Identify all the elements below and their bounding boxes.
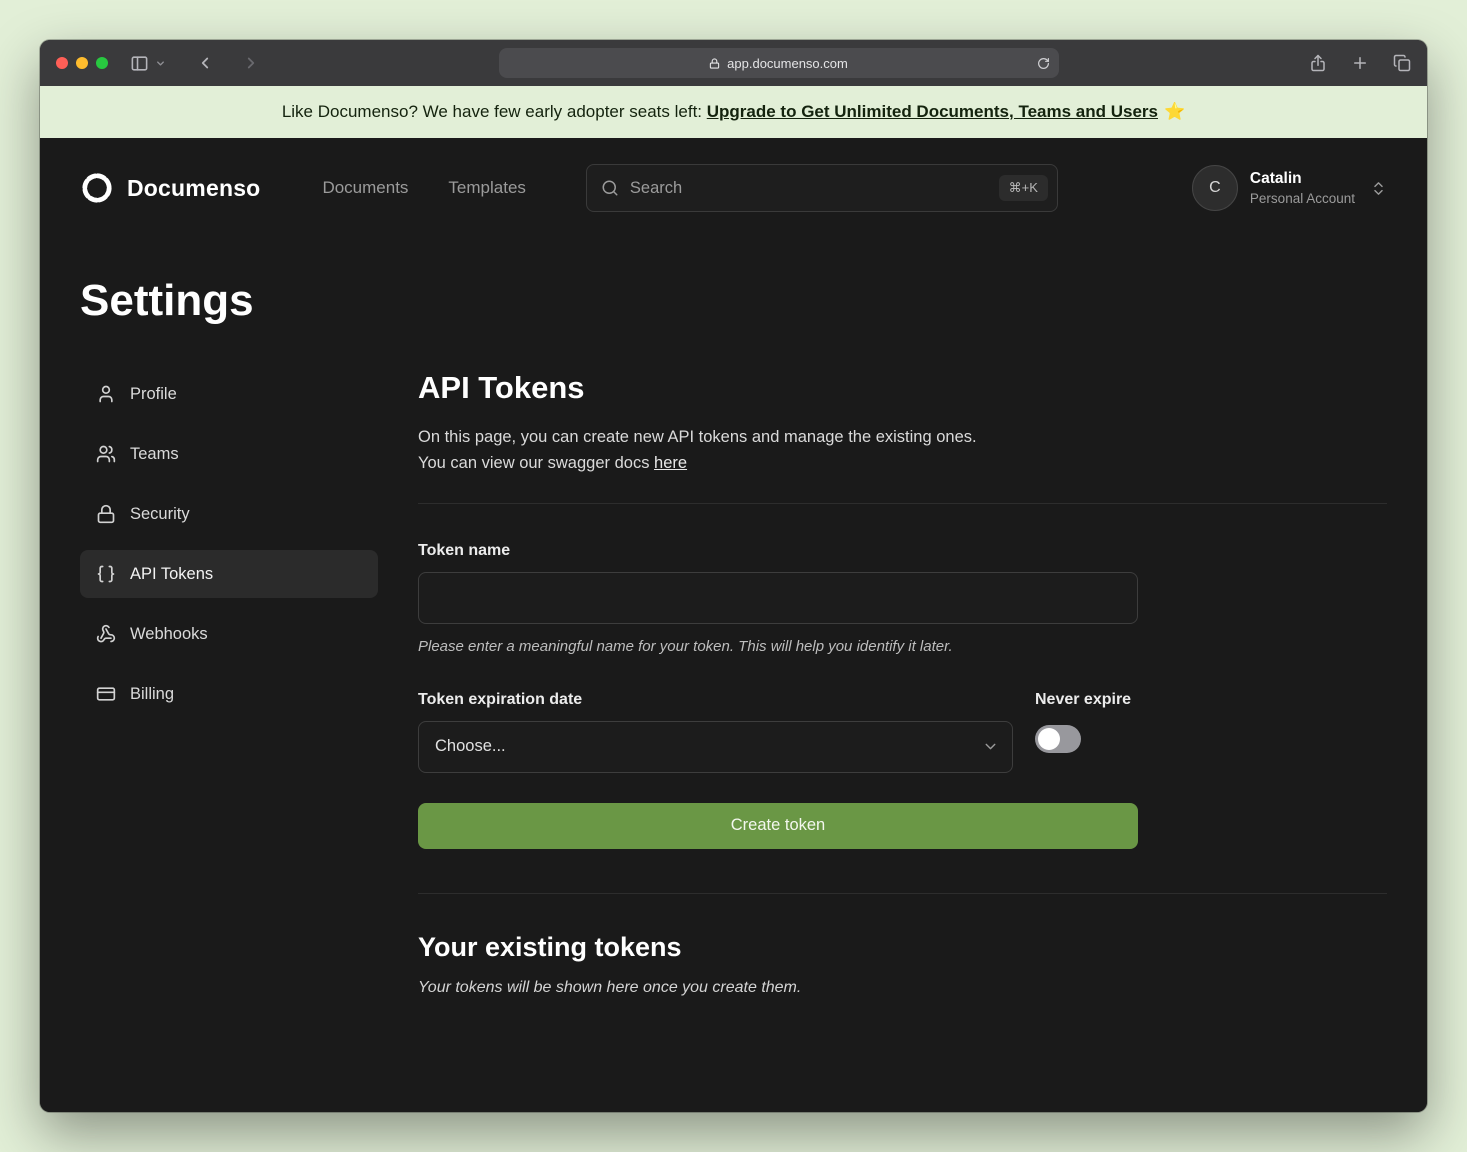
never-expire-label: Never expire bbox=[1035, 691, 1131, 709]
close-window-button[interactable] bbox=[56, 57, 68, 69]
sidebar-toggle-button[interactable] bbox=[130, 54, 149, 73]
existing-tokens-hint: Your tokens will be shown here once you … bbox=[418, 979, 1387, 997]
forward-button[interactable] bbox=[242, 54, 260, 72]
expiration-select[interactable]: Choose... bbox=[418, 721, 1013, 773]
description-line-2: You can view our swagger docs bbox=[418, 454, 654, 472]
page-title: Settings bbox=[40, 234, 1427, 370]
chevron-left-icon bbox=[196, 54, 214, 72]
sidebar-item-webhooks[interactable]: Webhooks bbox=[80, 610, 378, 658]
braces-icon bbox=[96, 564, 116, 584]
sidebar-item-label: Billing bbox=[130, 685, 174, 704]
user-icon bbox=[96, 384, 116, 404]
search-shortcut-badge: ⌘+K bbox=[999, 175, 1048, 201]
divider bbox=[418, 503, 1387, 504]
expiration-row: Token expiration date Choose... Never ex… bbox=[418, 691, 1138, 773]
chevrons-up-down-icon bbox=[1370, 180, 1387, 197]
sidebar-icon bbox=[130, 54, 149, 73]
sidebar-item-security[interactable]: Security bbox=[80, 490, 378, 538]
zoom-window-button[interactable] bbox=[96, 57, 108, 69]
sidebar-item-api-tokens[interactable]: API Tokens bbox=[80, 550, 378, 598]
never-expire-toggle[interactable] bbox=[1035, 725, 1081, 753]
tabs-icon bbox=[1393, 54, 1411, 72]
brand-name: Documenso bbox=[127, 175, 260, 202]
credit-card-icon bbox=[96, 684, 116, 704]
divider bbox=[418, 893, 1387, 894]
tab-overview-button[interactable] bbox=[1393, 54, 1411, 72]
sidebar-item-teams[interactable]: Teams bbox=[80, 430, 378, 478]
nav-link-templates[interactable]: Templates bbox=[448, 178, 525, 198]
api-tokens-panel: API Tokens On this page, you can create … bbox=[418, 370, 1387, 997]
browser-toolbar: app.documenso.com bbox=[40, 40, 1427, 86]
traffic-lights bbox=[56, 57, 108, 69]
settings-sidebar: Profile Teams Security bbox=[80, 370, 378, 730]
avatar: C bbox=[1192, 165, 1238, 211]
back-button[interactable] bbox=[196, 54, 214, 72]
sidebar-item-label: Webhooks bbox=[130, 625, 208, 644]
expiration-label: Token expiration date bbox=[418, 691, 1013, 709]
token-name-label: Token name bbox=[418, 542, 1138, 560]
browser-window: app.documenso.com bbox=[40, 40, 1427, 1112]
address-bar-area: app.documenso.com bbox=[260, 48, 1297, 78]
nav-link-documents[interactable]: Documents bbox=[322, 178, 408, 198]
url-text: app.documenso.com bbox=[727, 56, 848, 71]
api-tokens-heading: API Tokens bbox=[418, 370, 1387, 406]
share-button[interactable] bbox=[1309, 54, 1327, 72]
minimize-window-button[interactable] bbox=[76, 57, 88, 69]
token-name-hint: Please enter a meaningful name for your … bbox=[418, 638, 1138, 655]
sidebar-item-label: Teams bbox=[130, 445, 179, 464]
search-bar[interactable]: Search ⌘+K bbox=[586, 164, 1058, 212]
settings-layout: Profile Teams Security bbox=[40, 370, 1427, 1037]
lock-icon bbox=[96, 504, 116, 524]
star-emoji: ⭐ bbox=[1164, 102, 1185, 122]
sidebar-item-label: Profile bbox=[130, 385, 177, 404]
documenso-logo-icon bbox=[80, 171, 114, 205]
lock-icon bbox=[709, 58, 720, 69]
existing-tokens-section: Your existing tokens Your tokens will be… bbox=[418, 932, 1387, 997]
existing-tokens-heading: Your existing tokens bbox=[418, 932, 1387, 963]
chevron-down-icon bbox=[155, 58, 166, 69]
search-icon bbox=[601, 179, 619, 197]
user-menu[interactable]: C Catalin Personal Account bbox=[1192, 165, 1387, 211]
account-name: Catalin bbox=[1250, 170, 1355, 189]
swagger-docs-link[interactable]: here bbox=[654, 454, 687, 472]
token-name-input[interactable] bbox=[418, 572, 1138, 624]
reload-button[interactable] bbox=[1037, 57, 1050, 70]
share-icon bbox=[1309, 54, 1327, 72]
sidebar-item-profile[interactable]: Profile bbox=[80, 370, 378, 418]
expiration-column: Token expiration date Choose... bbox=[418, 691, 1013, 773]
create-token-form: Token name Please enter a meaningful nam… bbox=[418, 542, 1138, 849]
chevron-down-icon bbox=[982, 738, 999, 755]
chevron-right-icon bbox=[242, 54, 260, 72]
plus-icon bbox=[1351, 54, 1369, 72]
new-tab-button[interactable] bbox=[1351, 54, 1369, 72]
account-type: Personal Account bbox=[1250, 191, 1355, 206]
brand-home-link[interactable]: Documenso bbox=[80, 171, 260, 205]
toolbar-right-actions bbox=[1309, 54, 1411, 72]
address-bar[interactable]: app.documenso.com bbox=[499, 48, 1059, 78]
webhook-icon bbox=[96, 624, 116, 644]
sidebar-item-label: Security bbox=[130, 505, 190, 524]
create-token-button[interactable]: Create token bbox=[418, 803, 1138, 849]
users-icon bbox=[96, 444, 116, 464]
promo-banner: Like Documenso? We have few early adopte… bbox=[40, 86, 1427, 138]
upgrade-link[interactable]: Upgrade to Get Unlimited Documents, Team… bbox=[707, 102, 1158, 122]
sidebar-item-billing[interactable]: Billing bbox=[80, 670, 378, 718]
api-tokens-description: On this page, you can create new API tok… bbox=[418, 424, 1387, 477]
toggle-knob bbox=[1038, 728, 1060, 750]
documenso-app: Documenso Documents Templates Search ⌘+K… bbox=[40, 138, 1427, 1112]
banner-text: Like Documenso? We have few early adopte… bbox=[282, 102, 707, 122]
search-label: Search bbox=[630, 179, 682, 198]
select-value: Choose... bbox=[435, 737, 506, 756]
never-expire-column: Never expire bbox=[1035, 691, 1131, 773]
primary-nav: Documents Templates bbox=[322, 178, 525, 198]
description-line-1: On this page, you can create new API tok… bbox=[418, 428, 977, 446]
history-nav bbox=[196, 54, 260, 72]
tab-group-chevron-button[interactable] bbox=[155, 58, 166, 69]
app-top-nav: Documenso Documents Templates Search ⌘+K… bbox=[40, 138, 1427, 234]
sidebar-item-label: API Tokens bbox=[130, 565, 213, 584]
